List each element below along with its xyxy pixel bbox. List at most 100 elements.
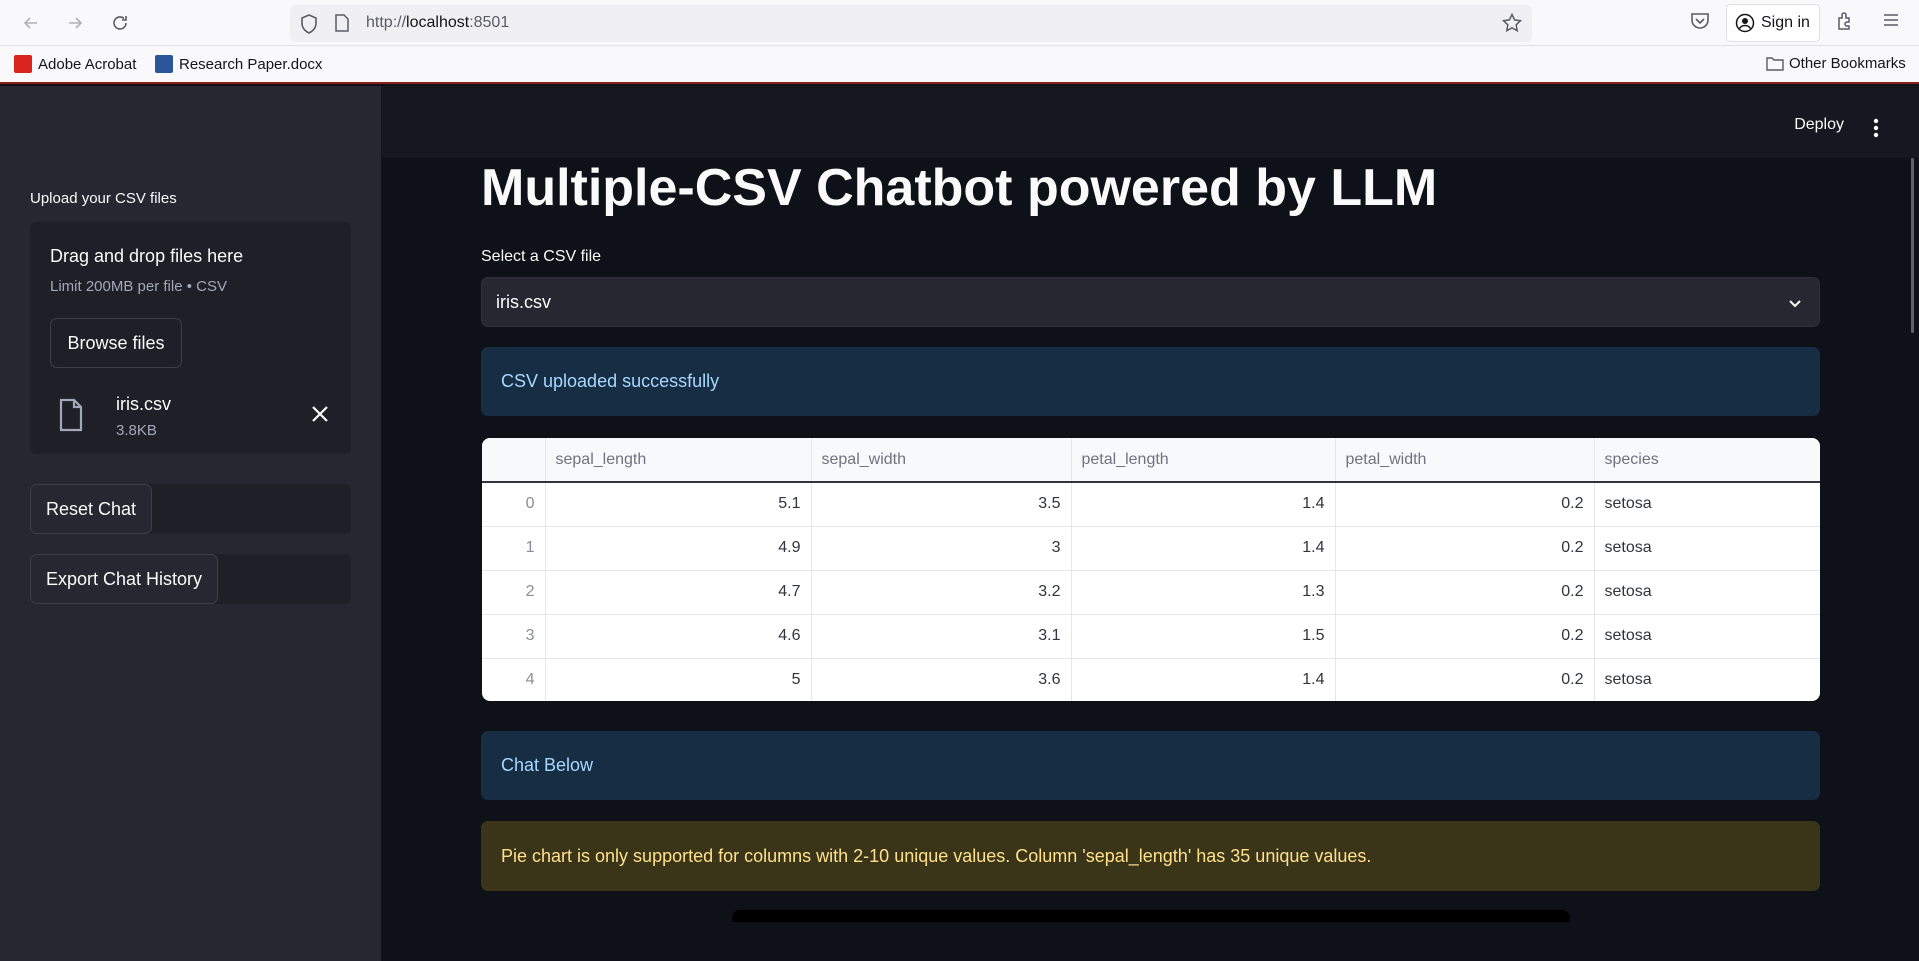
table-cell[interactable]: 0.2	[1335, 482, 1595, 527]
export-chat-container: Export Chat History	[30, 554, 351, 604]
word-icon	[155, 55, 173, 73]
upload-success-alert: CSV uploaded successfully	[481, 347, 1820, 416]
uploaded-file: iris.csv 3.8KB	[30, 388, 351, 454]
table-cell[interactable]: setosa	[1594, 482, 1820, 527]
upload-success-text: CSV uploaded successfully	[501, 371, 720, 391]
table-cell[interactable]: 0.2	[1335, 570, 1595, 615]
page-icon	[335, 14, 349, 32]
table-cell[interactable]: 1.4	[1071, 482, 1336, 527]
chat-below-alert: Chat Below	[481, 731, 1820, 800]
page-title: Multiple-CSV Chatbot powered by LLM	[481, 159, 1438, 217]
pocket-icon[interactable]	[1690, 10, 1710, 30]
url-bar[interactable]: http://localhost:8501	[290, 5, 1532, 42]
row-index: 3	[482, 614, 546, 659]
url-port: :8501	[469, 14, 510, 31]
table-row: 0 5.1 3.5 1.4 0.2 setosa	[482, 482, 1820, 527]
bookmark-research-paper[interactable]: Research Paper.docx	[155, 55, 322, 73]
bookmark-label: Adobe Acrobat	[38, 55, 137, 73]
table-cell[interactable]: 3.1	[811, 614, 1072, 659]
table-cell[interactable]: 1.3	[1071, 570, 1336, 615]
bookmark-star-icon[interactable]	[1502, 13, 1522, 33]
column-header[interactable]: species	[1594, 438, 1820, 483]
table-cell[interactable]: 0.2	[1335, 658, 1595, 701]
table-cell[interactable]: 4.6	[545, 614, 812, 659]
bookmarks-bar: Adobe Acrobat Research Paper.docx Other …	[0, 46, 1919, 84]
select-csv-label: Select a CSV file	[481, 248, 602, 265]
file-icon	[59, 398, 83, 432]
table-cell[interactable]: setosa	[1594, 658, 1820, 701]
other-bookmarks-label: Other Bookmarks	[1789, 55, 1906, 72]
bookmark-label: Research Paper.docx	[179, 55, 323, 73]
pie-chart-warning: Pie chart is only supported for columns …	[481, 821, 1820, 891]
warning-text: Pie chart is only supported for columns …	[501, 845, 1372, 866]
acrobat-icon	[14, 55, 32, 73]
table-cell[interactable]: setosa	[1594, 526, 1820, 571]
column-header[interactable]: sepal_width	[811, 438, 1072, 483]
table-cell[interactable]: 0.2	[1335, 526, 1595, 571]
reset-chat-button[interactable]: Reset Chat	[30, 484, 153, 534]
table-cell[interactable]: 4.7	[545, 570, 812, 615]
table-row: 4 5 3.6 1.4 0.2 setosa	[482, 658, 1820, 701]
menu-icon[interactable]	[1881, 10, 1901, 30]
dropzone-limit: Limit 200MB per file • CSV	[50, 278, 227, 295]
export-chat-history-button[interactable]: Export Chat History	[30, 554, 219, 604]
sign-in-button[interactable]: Sign in	[1726, 4, 1820, 42]
app-header: Deploy	[381, 86, 1919, 158]
table-cell[interactable]: 4.9	[545, 526, 812, 571]
url-host: localhost	[406, 14, 470, 31]
table-cell[interactable]: 1.5	[1071, 614, 1336, 659]
row-index: 4	[482, 658, 546, 701]
csv-select[interactable]: iris.csv	[481, 277, 1820, 327]
column-header[interactable]: sepal_length	[545, 438, 812, 483]
table-row: 3 4.6 3.1 1.5 0.2 setosa	[482, 614, 1820, 659]
bookmark-adobe-acrobat[interactable]: Adobe Acrobat	[14, 55, 136, 73]
deploy-button[interactable]: Deploy	[1794, 116, 1844, 134]
table-row: 2 4.7 3.2 1.3 0.2 setosa	[482, 570, 1820, 615]
other-bookmarks[interactable]: Other Bookmarks	[1766, 55, 1906, 72]
main-scrollbar[interactable]	[1911, 158, 1914, 333]
csv-select-value: iris.csv	[496, 292, 551, 312]
table-cell[interactable]: 5.1	[545, 482, 812, 527]
url-text: http://localhost:8501	[366, 14, 509, 32]
table-cell[interactable]: 5	[545, 658, 812, 701]
url-prefix: http://	[366, 14, 407, 31]
column-header[interactable]: petal_width	[1335, 438, 1595, 483]
file-dropzone[interactable]: Drag and drop files here Limit 200MB per…	[30, 222, 351, 454]
file-size: 3.8KB	[116, 422, 157, 439]
table-header-row: sepal_length sepal_width petal_length pe…	[482, 438, 1820, 483]
index-header	[482, 438, 546, 483]
extensions-icon[interactable]	[1835, 10, 1855, 30]
table-cell[interactable]: setosa	[1594, 570, 1820, 615]
chart-container-edge	[732, 910, 1570, 922]
browser-toolbar: http://localhost:8501 Sign in	[0, 0, 1919, 46]
folder-icon	[1766, 56, 1784, 71]
shield-icon[interactable]	[300, 14, 318, 34]
account-icon	[1735, 13, 1755, 33]
row-index: 0	[482, 482, 546, 527]
table-cell[interactable]: 3.6	[811, 658, 1072, 701]
more-options-icon[interactable]	[1873, 118, 1879, 138]
chat-below-text: Chat Below	[501, 755, 594, 775]
reload-icon[interactable]	[105, 8, 135, 38]
row-index: 1	[482, 526, 546, 571]
data-table[interactable]: sepal_length sepal_width petal_length pe…	[482, 438, 1820, 701]
table-cell[interactable]: 3.2	[811, 570, 1072, 615]
reset-chat-container: Reset Chat	[30, 484, 351, 534]
file-name: iris.csv	[116, 394, 171, 414]
upload-label: Upload your CSV files	[30, 190, 177, 207]
column-header[interactable]: petal_length	[1071, 438, 1336, 483]
table-cell[interactable]: 3	[811, 526, 1072, 571]
table-cell[interactable]: 1.4	[1071, 658, 1336, 701]
table-cell[interactable]: setosa	[1594, 614, 1820, 659]
close-icon[interactable]	[308, 402, 332, 426]
table-cell[interactable]: 1.4	[1071, 526, 1336, 571]
table-cell[interactable]: 3.5	[811, 482, 1072, 527]
browse-files-button[interactable]: Browse files	[50, 318, 182, 368]
back-icon[interactable]	[16, 8, 46, 38]
sign-in-label: Sign in	[1761, 14, 1810, 31]
chevron-down-icon	[1789, 300, 1801, 308]
table-cell[interactable]: 0.2	[1335, 614, 1595, 659]
forward-icon[interactable]	[60, 8, 90, 38]
row-index: 2	[482, 570, 546, 615]
table-row: 1 4.9 3 1.4 0.2 setosa	[482, 526, 1820, 571]
